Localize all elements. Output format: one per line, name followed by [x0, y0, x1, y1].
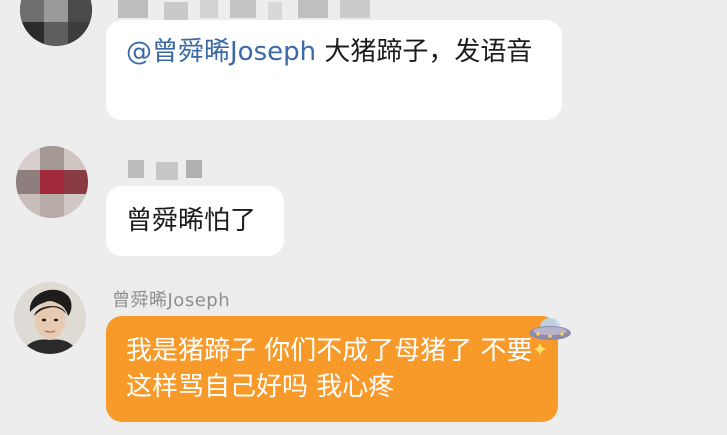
avatar-pixelated[interactable]: [20, 0, 92, 46]
avatar-pixelated[interactable]: [16, 146, 88, 218]
avatar[interactable]: [14, 282, 86, 354]
mention-link[interactable]: @曾舜晞Joseph: [126, 37, 316, 67]
sender-name-pixelated: [120, 160, 210, 180]
message-text: 大猪蹄子，发语音: [316, 37, 533, 67]
portrait-icon: [14, 282, 86, 354]
message-bubble[interactable]: 曾舜晞怕了: [106, 186, 284, 256]
sender-name: 曾舜晞Joseph: [112, 290, 231, 311]
sender-name-pixelated: [118, 0, 378, 20]
chat-window: @曾舜晞Joseph 大猪蹄子，发语音 曾舜晞怕了 曾舜晞Joseph 我是猪蹄…: [0, 0, 727, 435]
message-text: 我是猪蹄子 你们不成了母猪了 不要这样骂自己好吗 我心疼: [126, 336, 533, 402]
message-text: 曾舜晞怕了: [126, 206, 257, 236]
message-bubble-highlighted[interactable]: 我是猪蹄子 你们不成了母猪了 不要这样骂自己好吗 我心疼: [106, 316, 558, 422]
message-bubble[interactable]: @曾舜晞Joseph 大猪蹄子，发语音: [106, 20, 562, 120]
ufo-sparkle-icon: [529, 318, 571, 355]
